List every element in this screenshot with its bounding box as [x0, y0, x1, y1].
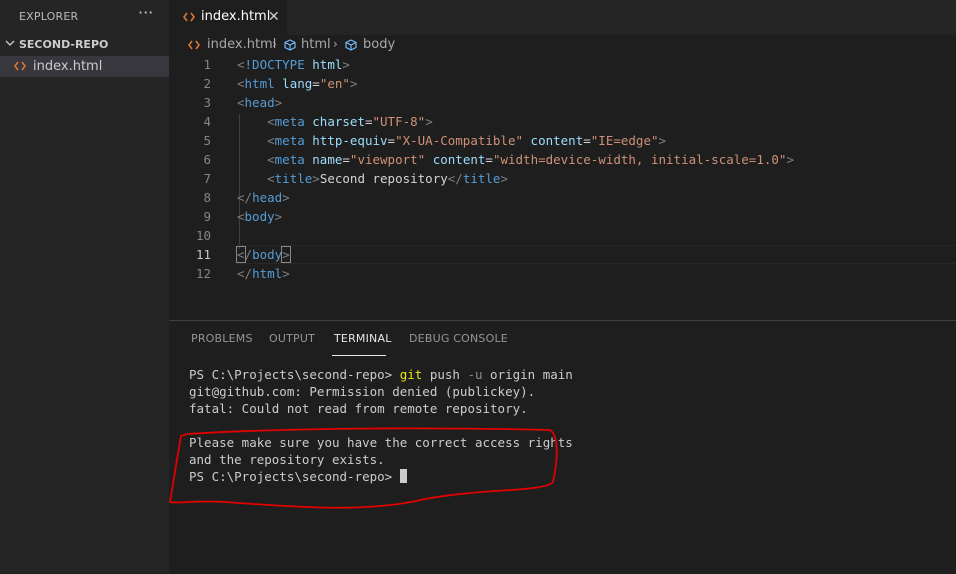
- line-number: 5: [203, 133, 211, 148]
- line-number: 8: [203, 190, 211, 205]
- code-text: <meta charset="UTF-8">: [267, 114, 433, 129]
- breadcrumb-body[interactable]: body: [363, 37, 395, 52]
- line-number: 10: [195, 228, 211, 243]
- code-text: <meta http-equiv="X-UA-Compatible" conte…: [267, 133, 667, 148]
- tab-label: index.html: [201, 9, 271, 24]
- code-text: <!DOCTYPE html>: [237, 57, 350, 72]
- terminal-cursor: [399, 469, 407, 483]
- active-tab-indicator: [332, 355, 386, 356]
- code-text: </head>: [237, 190, 290, 205]
- breadcrumb: index.html › html › body: [169, 35, 956, 54]
- terminal-line: and the repository exists.: [189, 452, 385, 467]
- code-text: <title>Second repository</title>: [267, 171, 508, 186]
- tab-index-html[interactable]: index.html ✕: [169, 0, 287, 35]
- line-number: 7: [203, 171, 211, 186]
- tab-terminal[interactable]: TERMINAL: [334, 332, 392, 345]
- folder-second-repo[interactable]: SECOND-REPO: [0, 35, 169, 55]
- code-text: <html lang="en">: [237, 76, 358, 91]
- terminal-line[interactable]: PS C:\Projects\second-repo>: [189, 469, 407, 484]
- symbol-element-icon: [284, 39, 296, 51]
- explorer-header: EXPLORER ···: [0, 0, 169, 33]
- line-number: 12: [195, 266, 211, 281]
- terminal-prompt: PS C:\Projects\second-repo>: [189, 367, 400, 382]
- terminal-command: origin main: [482, 367, 573, 382]
- code-text: <body>: [237, 209, 283, 224]
- breadcrumb-file[interactable]: index.html: [207, 37, 276, 52]
- code-text: <head>: [237, 95, 283, 110]
- folder-label: SECOND-REPO: [19, 38, 109, 51]
- code-line: 4 <meta charset="UTF-8">: [169, 112, 956, 131]
- code-line: 7 <title>Second repository</title>: [169, 169, 956, 188]
- close-icon[interactable]: ✕: [268, 9, 280, 25]
- more-actions-icon[interactable]: ···: [138, 3, 153, 22]
- line-number: 3: [203, 95, 211, 110]
- line-number: 6: [203, 152, 211, 167]
- tab-debug-console[interactable]: DEBUG CONSOLE: [409, 332, 508, 345]
- bottom-panel: PROBLEMS OUTPUT TERMINAL DEBUG CONSOLE P…: [169, 320, 956, 574]
- terminal-prompt: PS C:\Projects\second-repo>: [189, 469, 400, 484]
- breadcrumb-separator: ›: [272, 37, 277, 51]
- explorer-title: EXPLORER: [19, 10, 79, 23]
- breadcrumb-html[interactable]: html: [301, 37, 331, 52]
- html-file-icon: [14, 61, 26, 71]
- code-line: 10: [169, 226, 956, 245]
- terminal-line: Please make sure you have the correct ac…: [189, 435, 573, 450]
- code-line: 12 </html>: [169, 264, 956, 283]
- file-label: index.html: [33, 59, 103, 74]
- terminal-command: push: [422, 367, 468, 382]
- terminal-line: git@github.com: Permission denied (publi…: [189, 384, 536, 399]
- code-line: 1 <!DOCTYPE html>: [169, 55, 956, 74]
- current-line-highlight: [236, 245, 956, 264]
- code-line: 9 <body>: [169, 207, 956, 226]
- terminal-command-flag: -u: [467, 367, 483, 382]
- code-text: </body>: [236, 246, 291, 263]
- code-line: 3 <head>: [169, 93, 956, 112]
- code-text: <meta name="viewport" content="width=dev…: [267, 152, 794, 167]
- line-number: 1: [203, 57, 211, 72]
- terminal-command: git: [399, 367, 423, 382]
- code-text: </html>: [237, 266, 290, 281]
- line-number: 11: [195, 247, 211, 262]
- line-number: 9: [203, 209, 211, 224]
- line-number: 4: [203, 114, 211, 129]
- terminal-line: PS C:\Projects\second-repo> git push -u …: [189, 367, 573, 382]
- code-line: 6 <meta name="viewport" content="width=d…: [169, 150, 956, 169]
- terminal-line: fatal: Could not read from remote reposi…: [189, 401, 528, 416]
- code-line: 2 <html lang="en">: [169, 74, 956, 93]
- file-index-html[interactable]: index.html: [0, 56, 169, 77]
- html-file-icon: [183, 12, 195, 22]
- line-number: 2: [203, 76, 211, 91]
- html-file-icon: [188, 40, 200, 50]
- breadcrumb-separator: ›: [333, 37, 338, 51]
- symbol-element-icon: [345, 39, 357, 51]
- code-line-active: 11 </body>: [169, 245, 956, 264]
- code-line: 5 <meta http-equiv="X-UA-Compatible" con…: [169, 131, 956, 150]
- chevron-down-icon: [5, 40, 15, 46]
- editor-tab-bar: index.html ✕: [169, 0, 956, 35]
- code-line: 8 </head>: [169, 188, 956, 207]
- code-editor[interactable]: 1 <!DOCTYPE html> 2 <html lang="en"> 3 <…: [169, 55, 956, 320]
- tab-output[interactable]: OUTPUT: [269, 332, 315, 345]
- tab-problems[interactable]: PROBLEMS: [191, 332, 253, 345]
- explorer-sidebar: EXPLORER ··· SECOND-REPO index.html: [0, 0, 169, 573]
